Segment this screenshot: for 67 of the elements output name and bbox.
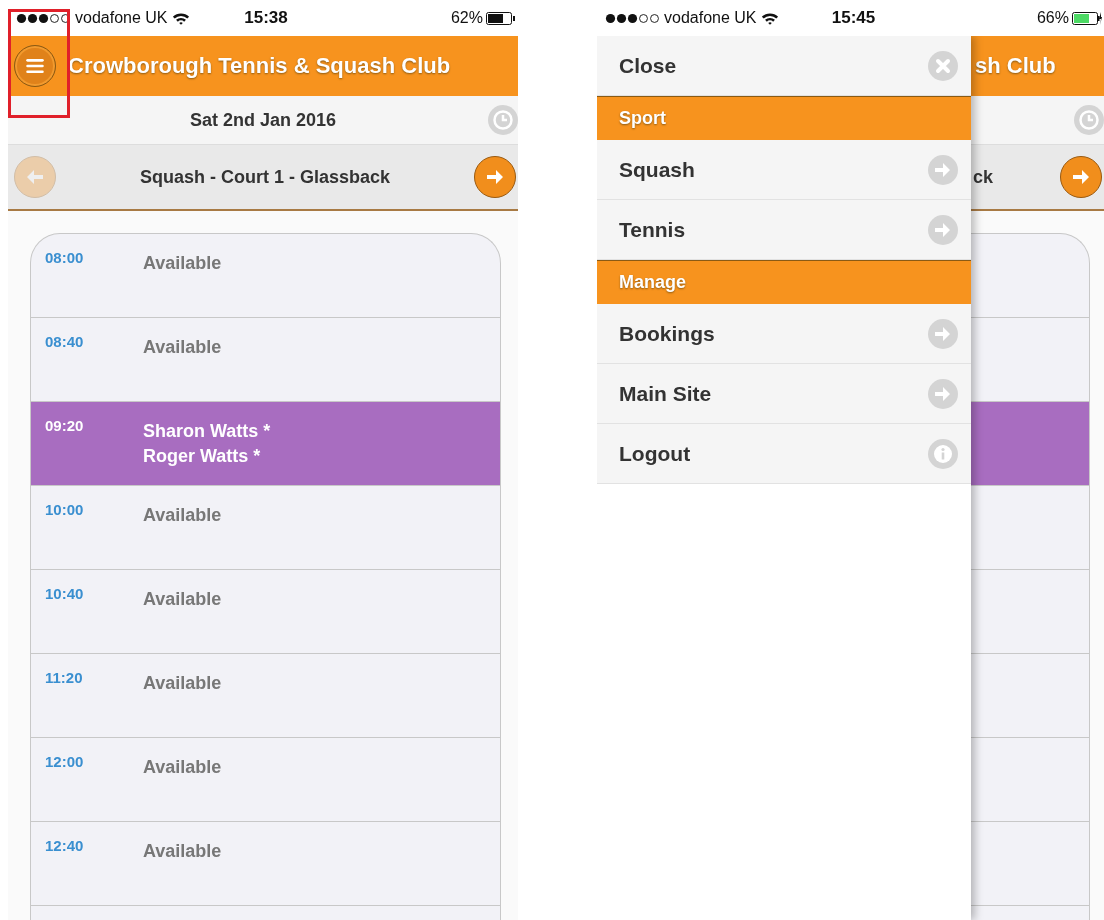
booking-slot[interactable]: 11:20 Available bbox=[31, 654, 500, 738]
menu-section-header: Manage bbox=[597, 260, 971, 304]
menu-item-label: Logout bbox=[619, 441, 691, 466]
menu-item[interactable]: Bookings bbox=[597, 304, 971, 364]
carrier-name: vodafone UK bbox=[664, 9, 757, 27]
clock-icon[interactable] bbox=[1074, 105, 1104, 135]
slot-time: 10:00 bbox=[45, 501, 85, 518]
clock-icon[interactable] bbox=[488, 105, 518, 135]
slot-time: 08:40 bbox=[45, 333, 85, 350]
slot-name: Available bbox=[143, 336, 222, 359]
booking-slot[interactable]: 12:40 Available bbox=[31, 822, 500, 906]
slot-time: 12:00 bbox=[45, 753, 85, 770]
court-name: ck bbox=[973, 166, 994, 188]
battery-percent: 66% bbox=[1036, 9, 1069, 27]
slot-time: 10:40 bbox=[45, 585, 85, 602]
club-title: sh Club bbox=[975, 53, 1056, 79]
slot-time: 12:40 bbox=[45, 837, 85, 854]
menu-icon bbox=[26, 59, 44, 73]
slot-time: 11:20 bbox=[45, 669, 84, 686]
menu-item[interactable]: Main Site bbox=[597, 364, 971, 424]
menu-item-label: Bookings bbox=[619, 321, 715, 346]
menu-section-header: Sport bbox=[597, 96, 971, 140]
arrow-right-icon bbox=[928, 154, 958, 185]
slot-name: Available bbox=[143, 756, 222, 779]
close-icon[interactable] bbox=[928, 50, 958, 81]
club-title: Crowborough Tennis & Squash Club bbox=[68, 53, 451, 79]
slot-name: Available bbox=[143, 252, 222, 275]
carrier-name: vodafone UK bbox=[75, 9, 168, 27]
slot-name: Available bbox=[143, 672, 222, 695]
booking-slot[interactable]: 09:20 Sharon Watts * Roger Watts * bbox=[31, 402, 500, 486]
arrow-right-icon bbox=[485, 167, 505, 187]
slot-name: Sharon Watts * bbox=[143, 420, 271, 443]
menu-item[interactable]: Squash bbox=[597, 140, 971, 200]
menu-item-label: Tennis bbox=[619, 217, 686, 242]
menu-item[interactable]: Logout bbox=[597, 424, 971, 484]
slot-time: 09:20 bbox=[45, 417, 85, 434]
court-name: Squash - Court 1 - Glassback bbox=[139, 166, 391, 188]
status-time: 15:38 bbox=[244, 8, 288, 28]
wifi-icon bbox=[171, 11, 190, 25]
booking-slot[interactable]: 10:40 Available bbox=[31, 570, 500, 654]
date-label: Sat 2nd Jan 2016 bbox=[189, 109, 337, 131]
slot-name: Available bbox=[143, 504, 222, 527]
menu-item[interactable]: Tennis bbox=[597, 200, 971, 260]
battery-percent: 62% bbox=[450, 9, 483, 27]
arrow-right-icon bbox=[928, 378, 958, 409]
slot-name: Roger Watts * bbox=[143, 445, 262, 468]
booking-slot[interactable]: 10:00 Available bbox=[31, 486, 500, 570]
next-button[interactable] bbox=[1060, 156, 1102, 198]
arrow-right-icon bbox=[928, 318, 958, 349]
info-icon bbox=[928, 438, 958, 469]
slot-name: Available bbox=[143, 588, 222, 611]
menu-item-label: Squash bbox=[619, 157, 695, 182]
menu-item-label: Close bbox=[619, 53, 677, 78]
slot-name: Available bbox=[143, 840, 222, 863]
menu-item[interactable]: Close bbox=[597, 36, 971, 96]
booking-slot[interactable]: 12:00 Available bbox=[31, 738, 500, 822]
status-time: 15:45 bbox=[831, 8, 876, 28]
booking-slot[interactable] bbox=[971, 402, 1089, 486]
menu-button[interactable] bbox=[14, 45, 56, 87]
slot-time: 08:00 bbox=[45, 249, 85, 266]
menu-item-label: Main Site bbox=[619, 381, 712, 406]
signal-dots-icon bbox=[605, 12, 660, 24]
booking-slot[interactable]: 08:00 Available bbox=[31, 234, 500, 318]
next-button[interactable] bbox=[474, 156, 516, 198]
arrow-right-icon bbox=[928, 214, 958, 245]
arrow-right-icon bbox=[1071, 167, 1091, 187]
wifi-icon bbox=[760, 11, 779, 25]
